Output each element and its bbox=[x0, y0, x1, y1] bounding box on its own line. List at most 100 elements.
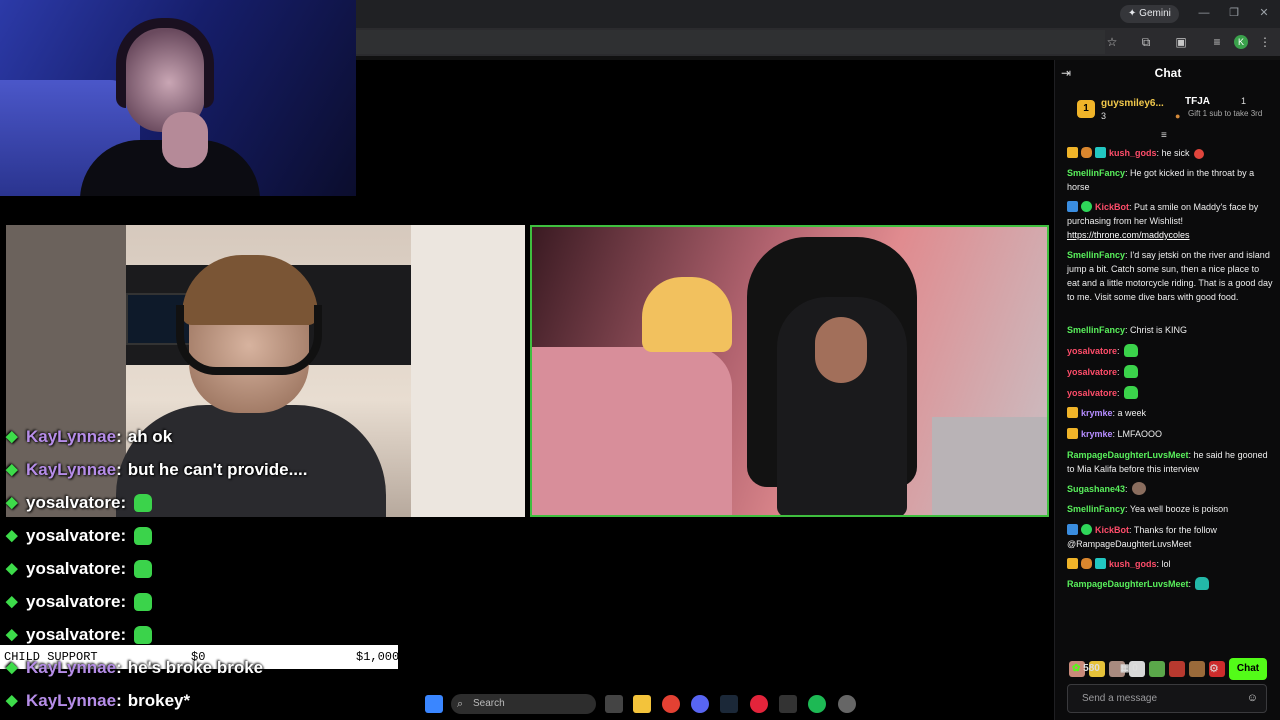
browser-menu-icon[interactable]: ⋮ bbox=[1258, 35, 1272, 49]
streamer-webcam bbox=[0, 0, 356, 196]
chat-username[interactable]: RampageDaughterLuvsMeet bbox=[1067, 579, 1189, 589]
wishlist-link[interactable]: https://throne.com/maddycoles bbox=[1067, 230, 1190, 240]
emoji-picker-icon[interactable]: ☺ bbox=[1247, 685, 1258, 712]
leaderboard-rank-badge: 1 bbox=[1077, 100, 1095, 118]
diamond-icon: ◆ bbox=[6, 428, 18, 445]
overlay-chat-line: ◆ yosalvatore: bbox=[6, 589, 153, 615]
diamond-icon: ◆ bbox=[6, 494, 18, 511]
face-emote-icon bbox=[1131, 482, 1146, 495]
sub-badge-icon bbox=[1081, 558, 1092, 569]
sparkle-icon: ✦ bbox=[1128, 8, 1140, 19]
cast-icon[interactable]: ▣ bbox=[1174, 35, 1188, 49]
chat-message: yosalvatore: bbox=[1067, 344, 1273, 358]
gift-icon: ● bbox=[1175, 111, 1181, 121]
drops-counter[interactable]: ▦ 0 bbox=[1120, 663, 1138, 674]
chat-username[interactable]: kush_gods bbox=[1109, 148, 1157, 158]
discord-icon[interactable] bbox=[691, 695, 709, 713]
gemini-button[interactable]: ✦ Gemini bbox=[1120, 5, 1179, 23]
crown-badge-icon bbox=[1067, 428, 1078, 439]
emote-icon[interactable] bbox=[1169, 661, 1185, 677]
address-bar[interactable] bbox=[355, 30, 1105, 54]
spotify-icon[interactable] bbox=[808, 695, 826, 713]
overlay-chat-line: ◆ yosalvatore: bbox=[6, 523, 153, 549]
points-icon: ✿ bbox=[1072, 663, 1084, 674]
chat-username[interactable]: krymke bbox=[1081, 408, 1113, 418]
input-placeholder: Send a message bbox=[1082, 693, 1158, 704]
chat-username[interactable]: yosalvatore bbox=[1067, 367, 1117, 377]
crown-badge-icon bbox=[1067, 407, 1078, 418]
screen: ✦ Gemini — ❐ ✕ ☆ ⧉ ▣ ≡ K ⋮ ◆ KayLynnae:… bbox=[0, 0, 1280, 720]
collapse-chat-icon[interactable]: ⇥ bbox=[1061, 66, 1071, 80]
chat-message: krymke: LMFAOOO bbox=[1067, 427, 1273, 441]
chat-message: SmellinFancy: Christ is KING bbox=[1067, 325, 1188, 335]
chat-message: SmellinFancy: Yea well booze is poison bbox=[1067, 504, 1229, 514]
close-window-button[interactable]: ✕ bbox=[1256, 6, 1272, 20]
windows-start-icon[interactable] bbox=[425, 695, 443, 713]
bed bbox=[532, 347, 732, 515]
chat-username[interactable]: yosalvatore bbox=[1067, 346, 1117, 356]
maximize-button[interactable]: ❐ bbox=[1226, 6, 1242, 20]
bookmark-star-icon[interactable]: ☆ bbox=[1105, 35, 1119, 49]
diamond-icon: ◆ bbox=[6, 692, 18, 709]
chat-username[interactable]: SmellinFancy bbox=[1067, 325, 1125, 335]
emote-icon[interactable] bbox=[1189, 661, 1205, 677]
green-emote-icon bbox=[1123, 386, 1138, 399]
send-chat-button[interactable]: Chat bbox=[1229, 658, 1267, 680]
gemini-label: Gemini bbox=[1139, 8, 1171, 19]
channel-points[interactable]: ✿ 580 bbox=[1072, 663, 1100, 674]
diamond-icon: ◆ bbox=[6, 527, 18, 544]
chat-username[interactable]: kush_gods bbox=[1109, 559, 1157, 569]
chat-message: KickBot: Thanks for the follow @RampageD… bbox=[1067, 524, 1217, 549]
chat-settings-icon[interactable]: ⚙ bbox=[1209, 662, 1219, 675]
profile-avatar[interactable]: K bbox=[1234, 35, 1248, 49]
extensions-icon[interactable]: ⧉ bbox=[1139, 35, 1153, 49]
leaderboard-second-count: 1 bbox=[1241, 96, 1247, 106]
green-emote-icon bbox=[134, 560, 153, 578]
pizza-pillow bbox=[642, 277, 732, 352]
chat-username[interactable]: KickBot bbox=[1095, 202, 1129, 212]
emote-icon[interactable] bbox=[1149, 661, 1165, 677]
chat-username[interactable]: yosalvatore bbox=[1067, 388, 1117, 398]
diamond-icon: ◆ bbox=[6, 461, 18, 478]
chat-message: kush_gods: lol bbox=[1067, 557, 1273, 571]
task-view-icon[interactable] bbox=[605, 695, 623, 713]
chat-username[interactable]: KickBot bbox=[1095, 525, 1129, 535]
chat-username[interactable]: RampageDaughterLuvsMeet bbox=[1067, 450, 1189, 460]
leaderboard-second-name[interactable]: TFJA bbox=[1185, 96, 1210, 107]
chat-message: kush_gods: he sick bbox=[1067, 146, 1273, 160]
verified-badge-icon bbox=[1081, 201, 1092, 212]
chat-message: SmellinFancy: I'd say jetski on the rive… bbox=[1067, 250, 1273, 302]
chat-message: RampageDaughterLuvsMeet: he said he goon… bbox=[1067, 450, 1268, 474]
sub-badge-icon bbox=[1081, 147, 1092, 158]
media-controls-icon[interactable]: ≡ bbox=[1210, 35, 1224, 49]
chat-username[interactable]: krymke bbox=[1081, 429, 1113, 439]
diamond-icon: ◆ bbox=[6, 659, 18, 676]
gift-badge-icon bbox=[1095, 558, 1106, 569]
message-input[interactable]: Send a message ☺ bbox=[1067, 684, 1267, 713]
chat-username[interactable]: SmellinFancy bbox=[1067, 504, 1125, 514]
chat-username[interactable]: SmellinFancy bbox=[1067, 168, 1125, 178]
settings-app-icon[interactable] bbox=[838, 695, 856, 713]
chat-message: KickBot: Put a smile on Maddy's face by … bbox=[1067, 201, 1259, 240]
gift-sub-hint[interactable]: Gift 1 sub to take 3rd bbox=[1188, 109, 1274, 118]
chat-username[interactable]: SmellinFancy bbox=[1067, 250, 1125, 260]
chat-message: yosalvatore: bbox=[1067, 386, 1273, 400]
overlay-chat-line: ◆ KayLynnae: he's broke broke bbox=[6, 658, 264, 677]
gift-badge-icon bbox=[1095, 147, 1106, 158]
taskbar-search[interactable]: ⌕ Search bbox=[451, 694, 596, 714]
crown-badge-icon bbox=[1067, 147, 1078, 158]
desk bbox=[932, 417, 1047, 515]
leaderboard-first-name[interactable]: guysmiley6... bbox=[1101, 98, 1164, 109]
chat-username[interactable]: Sugashane43 bbox=[1067, 484, 1125, 494]
face-emote-icon bbox=[1195, 577, 1210, 590]
chrome-icon[interactable] bbox=[662, 695, 680, 713]
steam-icon[interactable] bbox=[720, 695, 738, 713]
face-emote-icon bbox=[1193, 149, 1204, 159]
epic-games-icon[interactable] bbox=[779, 695, 797, 713]
filter-icon[interactable]: ≡ bbox=[1161, 130, 1167, 141]
leaderboard-first-count: 3 bbox=[1101, 111, 1107, 121]
file-explorer-icon[interactable] bbox=[633, 695, 651, 713]
green-emote-icon bbox=[134, 494, 153, 512]
recorder-icon[interactable] bbox=[750, 695, 768, 713]
minimize-button[interactable]: — bbox=[1196, 6, 1212, 20]
